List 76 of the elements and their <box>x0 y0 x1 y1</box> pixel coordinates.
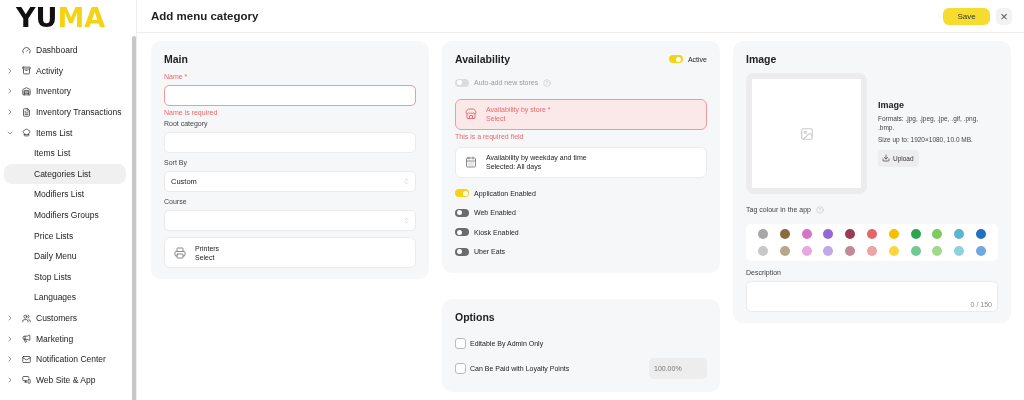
menu-icon <box>22 375 31 385</box>
sidebar-item[interactable]: Inventory <box>6 81 126 102</box>
sidebar-item[interactable]: Items List <box>6 122 126 143</box>
select-field[interactable] <box>164 210 416 231</box>
sidebar-item[interactable]: Web Site & App <box>6 369 126 391</box>
sidebar-item[interactable]: Modifiers Groups <box>4 204 126 226</box>
sidebar-item[interactable]: Customers <box>6 307 126 329</box>
toggle-switch[interactable] <box>668 55 683 63</box>
calendar-icon <box>465 156 477 168</box>
color-swatch[interactable] <box>801 228 812 239</box>
color-swatch[interactable] <box>845 245 856 256</box>
select-arrows-icon <box>403 178 410 185</box>
sidebar-item[interactable]: Items List <box>4 142 126 164</box>
color-swatch[interactable] <box>954 245 965 256</box>
color-swatch[interactable] <box>779 245 790 256</box>
color-swatch[interactable] <box>888 228 899 239</box>
color-swatch[interactable] <box>910 228 921 239</box>
sidebar-item[interactable]: Categories List <box>4 163 126 185</box>
download-icon <box>882 154 890 163</box>
sidebar-item[interactable]: Stop Lists <box>4 266 126 288</box>
menu-icon <box>22 66 31 76</box>
color-swatch[interactable] <box>823 228 834 239</box>
save-button[interactable]: Save <box>943 7 990 25</box>
sidebar-item[interactable]: Marketing <box>6 328 126 349</box>
sidebar-item[interactable]: Dashboard <box>6 40 126 61</box>
color-swatch[interactable] <box>801 245 812 256</box>
help-icon[interactable] <box>816 205 824 214</box>
checkbox[interactable] <box>455 337 466 349</box>
image-placeholder[interactable] <box>746 73 867 194</box>
menu-icon <box>22 334 31 344</box>
close-button[interactable]: × <box>996 7 1012 25</box>
menu-icon <box>22 313 31 323</box>
image-icon <box>799 126 814 141</box>
color-swatch[interactable] <box>757 228 768 239</box>
image-heading: Image <box>878 100 905 111</box>
menu-icon <box>22 128 31 138</box>
select-arrows-icon <box>403 217 410 224</box>
color-swatch[interactable] <box>867 245 877 256</box>
sidebar-item[interactable]: Price Lists <box>4 225 126 246</box>
color-swatch[interactable] <box>932 245 943 256</box>
color-swatch[interactable] <box>910 245 921 256</box>
input-field[interactable] <box>164 85 416 106</box>
scrollbar[interactable] <box>132 36 136 400</box>
store-icon <box>465 108 477 120</box>
toggle-switch[interactable] <box>455 247 469 256</box>
card-title: Image <box>746 53 777 65</box>
sidebar-item[interactable]: Daily Menu <box>4 245 126 267</box>
toggle-switch[interactable] <box>455 228 469 237</box>
menu-icon <box>22 87 31 96</box>
card-title: Options <box>455 310 495 323</box>
color-swatch[interactable] <box>888 245 899 256</box>
color-swatch[interactable] <box>823 245 834 256</box>
sidebar-item[interactable]: Languages <box>4 287 126 308</box>
color-swatch[interactable] <box>845 228 856 239</box>
toggle-switch[interactable] <box>455 208 469 217</box>
color-swatch[interactable] <box>867 228 877 239</box>
color-swatch[interactable] <box>779 228 790 239</box>
sidebar-item[interactable]: Modifiers List <box>4 184 126 205</box>
card-title: Availability <box>455 53 511 65</box>
toggle-switch[interactable] <box>455 189 469 198</box>
menu-icon <box>22 107 31 117</box>
color-swatch[interactable] <box>976 245 987 256</box>
sidebar-item[interactable]: Notification Center <box>6 348 126 370</box>
sidebar-item[interactable]: Inventory Transactions <box>6 101 126 123</box>
card-title: Main <box>164 53 188 65</box>
color-swatch[interactable] <box>932 228 943 239</box>
printer-icon <box>174 246 186 259</box>
color-swatch[interactable] <box>954 228 965 239</box>
sidebar-item[interactable]: Activity <box>6 60 126 82</box>
color-swatch[interactable] <box>757 245 768 256</box>
menu-icon <box>22 45 31 55</box>
page-title: Add menu category <box>151 10 260 22</box>
menu-icon <box>22 354 31 364</box>
logo: YUMA <box>15 1 107 35</box>
color-swatch[interactable] <box>976 228 987 239</box>
help-icon[interactable] <box>543 78 552 87</box>
